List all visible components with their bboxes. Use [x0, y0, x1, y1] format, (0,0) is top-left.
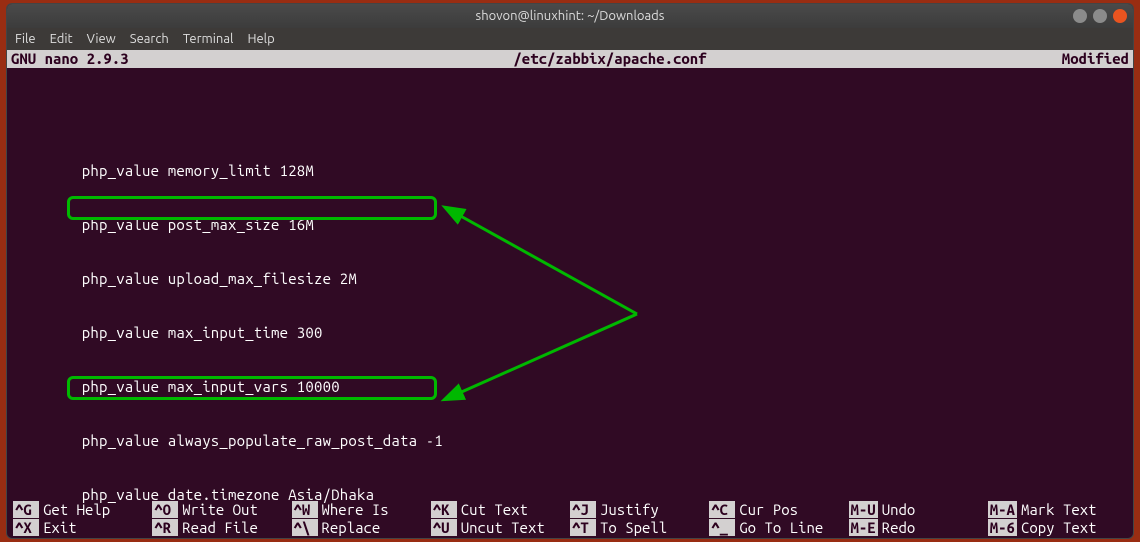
help-redo[interactable]: M-ERedo [849, 518, 988, 536]
window-controls [1073, 9, 1127, 23]
code-line: php_value always_populate_raw_post_data … [13, 432, 1133, 450]
help-mark-text[interactable]: M-AMark Text [988, 500, 1127, 518]
help-justify[interactable]: ^JJustify [570, 500, 709, 518]
help-replace[interactable]: ^\Replace [292, 518, 431, 536]
maximize-button[interactable] [1093, 9, 1107, 23]
help-where-is[interactable]: ^WWhere Is [292, 500, 431, 518]
minimize-button[interactable] [1073, 9, 1087, 23]
help-cut-text[interactable]: ^KCut Text [431, 500, 570, 518]
help-uncut-text[interactable]: ^UUncut Text [431, 518, 570, 536]
nano-modified: Modified [1013, 50, 1133, 68]
menu-help[interactable]: Help [247, 32, 274, 46]
menu-file[interactable]: File [15, 32, 36, 46]
window-titlebar: shovon@linuxhint: ~/Downloads [7, 4, 1133, 28]
nano-filename: /etc/zabbix/apache.conf [207, 50, 1013, 68]
editor-area[interactable]: php_value memory_limit 128M php_value po… [7, 68, 1133, 539]
help-go-to-line[interactable]: ^_Go To Line [709, 518, 848, 536]
help-row-1: ^GGet Help ^OWrite Out ^WWhere Is ^KCut … [13, 500, 1127, 518]
code-line: php_value upload_max_filesize 2M [13, 270, 1133, 288]
help-write-out[interactable]: ^OWrite Out [152, 500, 291, 518]
help-read-file[interactable]: ^RRead File [152, 518, 291, 536]
code-line [13, 108, 1133, 126]
nano-version: GNU nano 2.9.3 [7, 50, 207, 68]
menu-view[interactable]: View [87, 32, 116, 46]
window-title: shovon@linuxhint: ~/Downloads [476, 9, 665, 23]
code-line: php_value memory_limit 128M [13, 162, 1133, 180]
help-copy-text[interactable]: M-6Copy Text [988, 518, 1127, 536]
menu-bar: File Edit View Search Terminal Help [7, 28, 1133, 50]
menu-search[interactable]: Search [130, 32, 169, 46]
close-button[interactable] [1113, 9, 1127, 23]
help-get-help[interactable]: ^GGet Help [13, 500, 152, 518]
terminal-window: shovon@linuxhint: ~/Downloads File Edit … [6, 3, 1134, 539]
code-line: php_value post_max_size 16M [13, 216, 1133, 234]
code-line: php_value max_input_vars 10000 [13, 378, 1133, 396]
help-row-2: ^XExit ^RRead File ^\Replace ^UUncut Tex… [13, 518, 1127, 536]
help-undo[interactable]: M-UUndo [849, 500, 988, 518]
menu-terminal[interactable]: Terminal [183, 32, 234, 46]
code-line: php_value max_input_time 300 [13, 324, 1133, 342]
help-exit[interactable]: ^XExit [13, 518, 152, 536]
help-cur-pos[interactable]: ^CCur Pos [709, 500, 848, 518]
nano-help-bar: ^GGet Help ^OWrite Out ^WWhere Is ^KCut … [13, 500, 1127, 536]
help-to-spell[interactable]: ^TTo Spell [570, 518, 709, 536]
nano-status-bar: GNU nano 2.9.3 /etc/zabbix/apache.conf M… [7, 50, 1133, 68]
menu-edit[interactable]: Edit [50, 32, 73, 46]
